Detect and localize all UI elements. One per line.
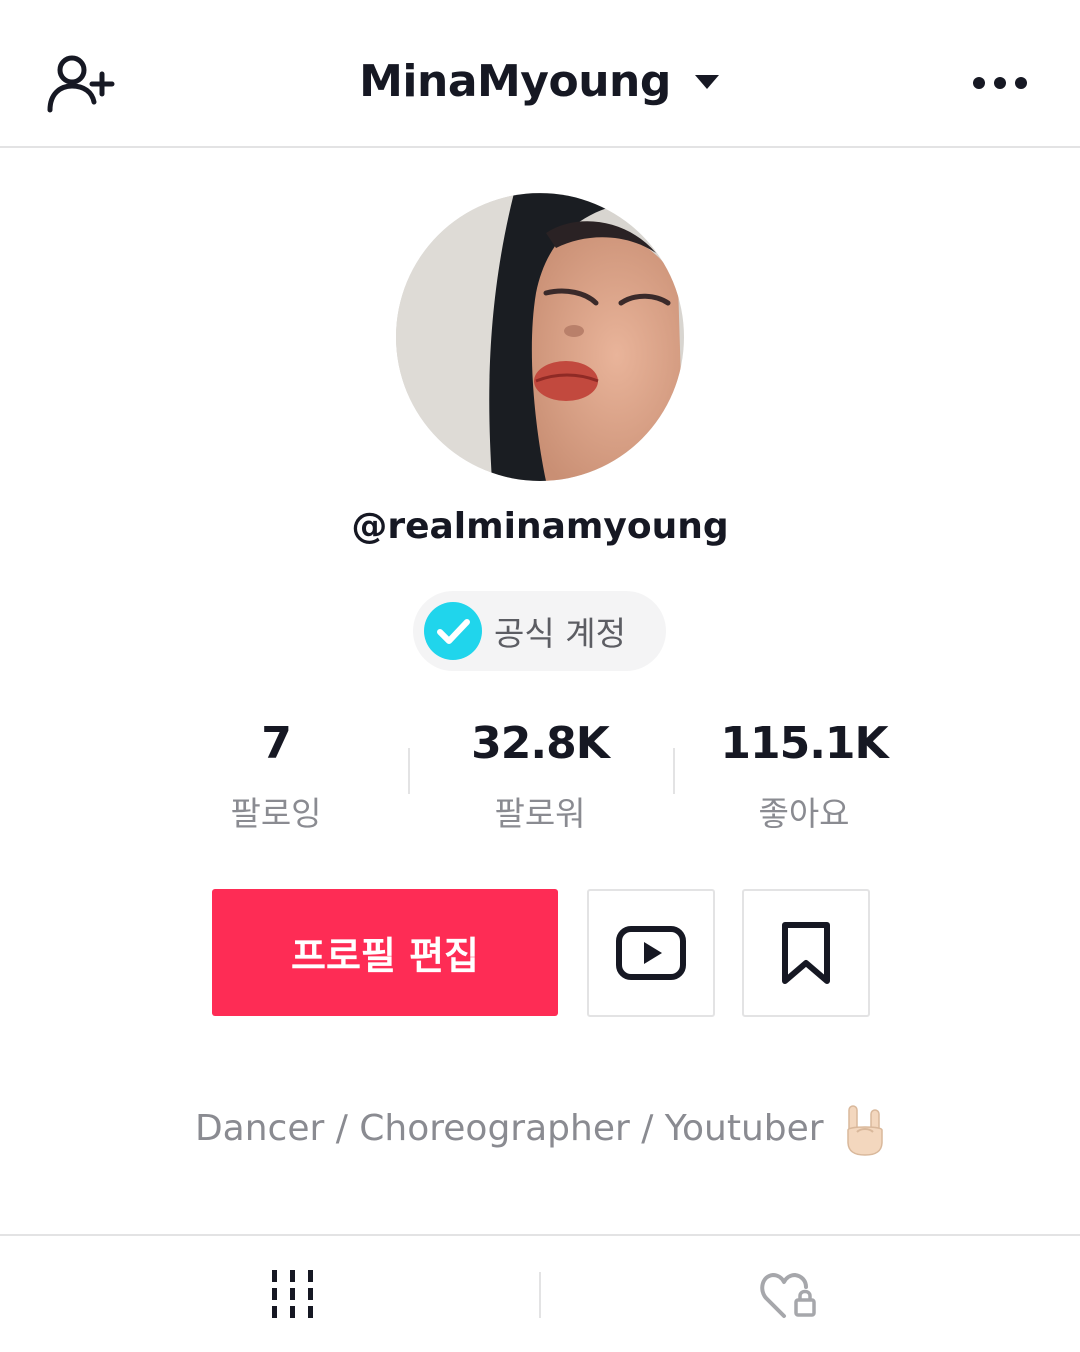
caret-down-icon: [694, 74, 719, 89]
bio-text: Dancer / Choreographer / Youtuber: [194, 1108, 824, 1149]
avatar[interactable]: [396, 193, 684, 481]
profile-bio: Dancer / Choreographer / Youtuber: [0, 1104, 1080, 1156]
youtube-button[interactable]: [587, 889, 715, 1017]
rock-hand-emoji: [847, 1105, 883, 1156]
bookmark-button[interactable]: [742, 889, 870, 1017]
stat-value: 32.8K: [471, 718, 610, 769]
stat-value: 7: [261, 718, 292, 769]
more-dots-icon[interactable]: [970, 72, 1030, 94]
verified-check-icon: [424, 602, 482, 660]
account-switcher[interactable]: MinaMyoung: [0, 56, 1080, 107]
stat-likes[interactable]: 115.1K 좋아요: [674, 718, 934, 835]
stat-followers[interactable]: 32.8K 팔로워: [410, 718, 670, 835]
youtube-icon: [616, 926, 686, 980]
profile-handle: @realminamyoung: [351, 506, 729, 547]
stat-label: 팔로잉: [230, 794, 322, 833]
verified-badge-label: 공식 계정: [494, 614, 626, 653]
stat-label: 좋아요: [758, 794, 850, 833]
profile-username: MinaMyoung: [359, 56, 671, 107]
bookmark-icon: [782, 922, 830, 984]
stat-following[interactable]: 7 팔로잉: [146, 718, 406, 835]
grid-icon[interactable]: [270, 1270, 316, 1318]
profile-header: MinaMyoung: [0, 0, 1080, 148]
stat-label: 팔로워: [494, 794, 586, 833]
edit-profile-button[interactable]: 프로필 편집: [212, 889, 558, 1016]
verified-badge[interactable]: 공식 계정: [413, 591, 666, 671]
tab-divider: [539, 1272, 541, 1318]
stat-value: 115.1K: [720, 718, 888, 769]
content-tabbar: [0, 1234, 1080, 1352]
liked-locked-icon[interactable]: [760, 1270, 818, 1320]
avatar-photo: [396, 193, 684, 481]
